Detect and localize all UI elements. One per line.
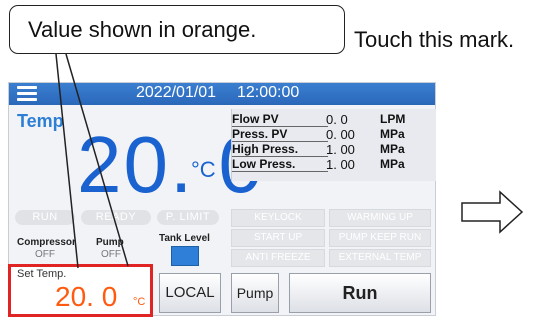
orange-value-callout: Value shown in orange. [9,5,345,54]
callout-text: Value shown in orange. [28,17,257,42]
touch-mark-note: Touch this mark. [354,27,515,52]
